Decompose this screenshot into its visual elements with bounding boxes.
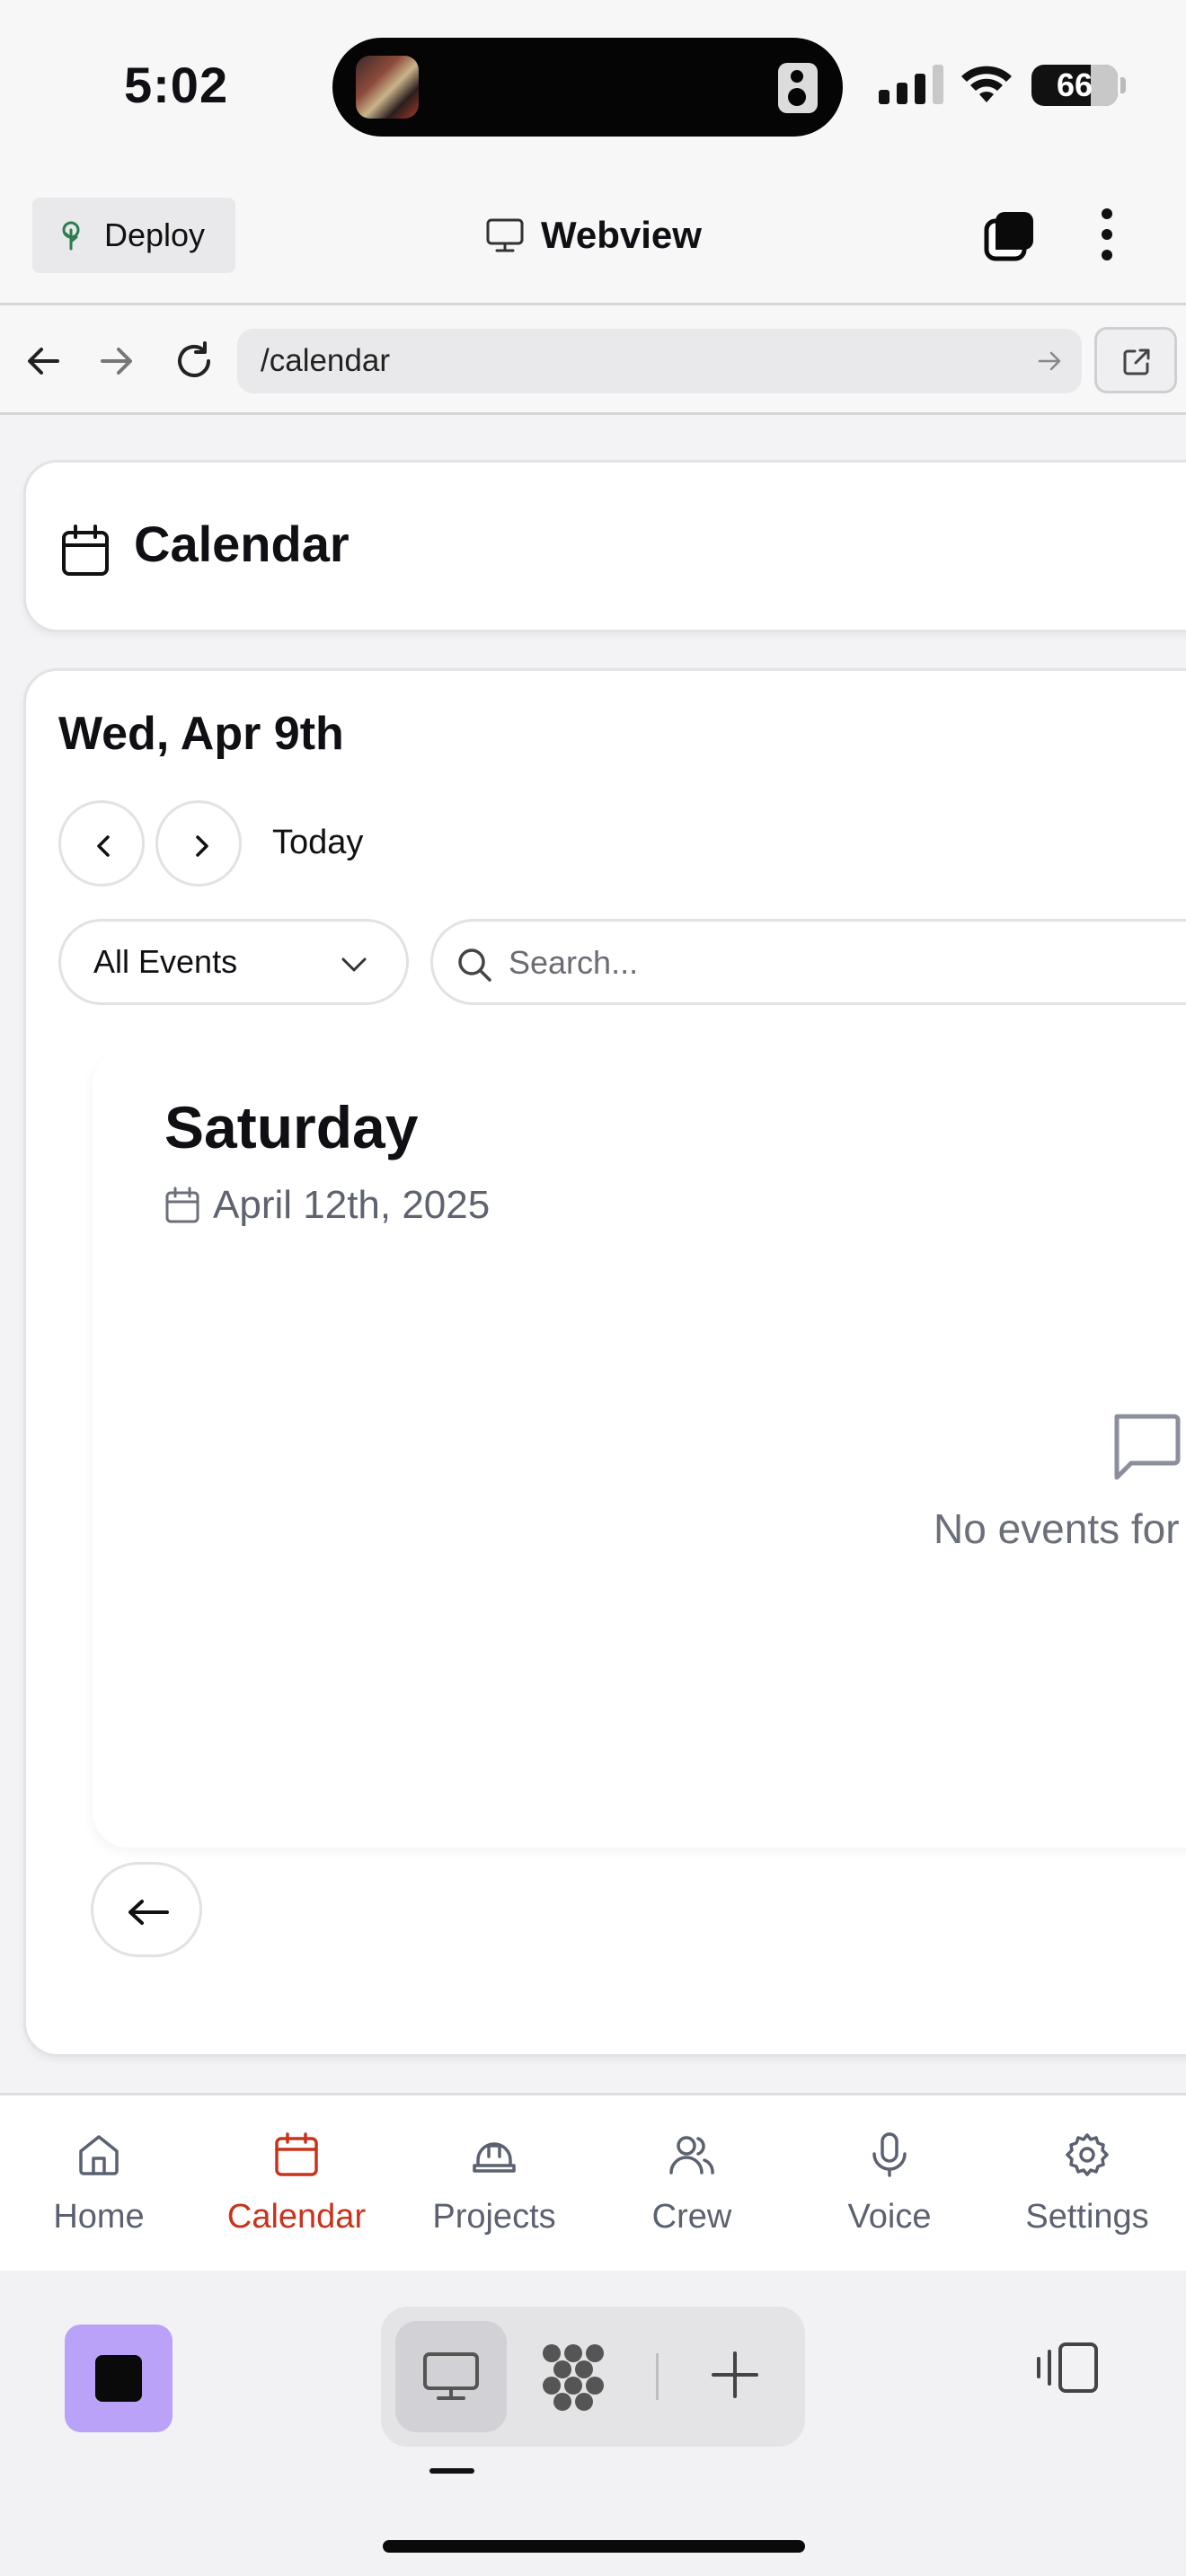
deploy-button[interactable]: Deploy: [32, 198, 235, 273]
cellular-signal-icon: [879, 65, 943, 104]
deploy-label: Deploy: [104, 216, 206, 253]
battery-icon: 66: [1031, 65, 1118, 106]
tree-icon: [62, 221, 80, 251]
users-icon: [669, 2136, 714, 2175]
back-button[interactable]: [91, 1862, 202, 1957]
tabs-icon[interactable]: [983, 208, 1037, 262]
empty-state-message: No events for: [934, 1505, 1180, 1552]
search-input[interactable]: [509, 941, 1137, 984]
home-icon: [79, 2135, 119, 2175]
chevron-right-icon: [196, 835, 208, 857]
arrow-left-icon: [128, 1900, 169, 1925]
view-mode-switcher: [381, 2307, 805, 2447]
plus-icon[interactable]: [708, 2348, 762, 2402]
gear-icon: [1066, 2133, 1109, 2176]
webview-mode-button[interactable]: [395, 2321, 507, 2432]
page-title: Calendar: [134, 516, 350, 572]
nav-label-calendar: Calendar: [226, 2198, 367, 2236]
nav-item-projects[interactable]: Projects: [395, 2095, 593, 2273]
event-filter-value: All Events: [93, 943, 238, 980]
search-field[interactable]: [430, 919, 1186, 1005]
hard-hat-icon: [473, 2142, 516, 2173]
forward-arrow-icon[interactable]: [95, 340, 138, 383]
wifi-icon: [961, 66, 1012, 102]
status-bar: 5:02 66: [0, 0, 1186, 171]
external-link-icon: [1123, 348, 1150, 375]
battery-level: 66: [1056, 66, 1093, 103]
cluster-grid-icon[interactable]: [537, 2341, 609, 2413]
app-switcher-tile[interactable]: [65, 2325, 173, 2432]
back-arrow-icon[interactable]: [22, 340, 65, 383]
active-mode-indicator: [429, 2468, 474, 2474]
day-name: Saturday: [164, 1094, 419, 1160]
monitor-icon: [423, 2352, 479, 2400]
reload-icon[interactable]: [173, 340, 216, 383]
chevron-down-icon: [341, 957, 367, 972]
next-day-button[interactable]: [155, 800, 242, 887]
calendar-small-icon: [165, 1187, 199, 1223]
page-header-card: Calendar: [23, 460, 1186, 632]
day-view-panel: Saturday April 12th, 2025 No events for: [93, 1048, 1186, 1848]
url-text: /calendar: [261, 343, 390, 378]
event-filter-select[interactable]: All Events: [58, 919, 409, 1005]
nav-label-voice: Voice: [847, 2198, 932, 2236]
calendar-icon: [275, 2132, 318, 2176]
url-bar: /calendar: [0, 305, 1186, 415]
microphone-icon: [872, 2132, 907, 2177]
chevron-left-icon: [97, 835, 110, 857]
more-vertical-icon[interactable]: [1091, 205, 1123, 264]
current-date-heading: Wed, Apr 9th: [58, 708, 344, 760]
system-toolbar: [0, 2271, 1186, 2576]
nav-label-projects: Projects: [432, 2198, 556, 2236]
speaker-icon: [778, 63, 818, 113]
nav-label-settings: Settings: [1025, 2198, 1149, 2236]
nav-label-crew: Crew: [651, 2198, 732, 2236]
calendar-icon: [62, 525, 109, 576]
message-square-icon: [1114, 1414, 1181, 1480]
day-date-row: April 12th, 2025: [164, 1183, 490, 1228]
nav-label-home: Home: [53, 2198, 145, 2236]
url-input[interactable]: /calendar: [237, 329, 1082, 393]
webview-title-label: Webview: [541, 214, 702, 256]
day-date: April 12th, 2025: [213, 1183, 491, 1227]
nav-item-settings[interactable]: Settings: [988, 2095, 1186, 2273]
home-indicator[interactable]: [383, 2540, 805, 2553]
dynamic-island[interactable]: [332, 38, 843, 137]
nav-item-home[interactable]: Home: [0, 2095, 198, 2273]
webview-title: Webview: [485, 214, 702, 257]
today-button[interactable]: Today: [272, 824, 363, 862]
bottom-navigation: Home Calendar Projects Crew Voice Settin…: [0, 2093, 1186, 2271]
search-icon: [458, 948, 491, 982]
nav-item-crew[interactable]: Crew: [593, 2095, 791, 2273]
status-time: 5:02: [124, 57, 229, 113]
nav-item-voice[interactable]: Voice: [791, 2095, 988, 2273]
go-arrow-icon[interactable]: [1035, 347, 1064, 375]
calendar-card: Wed, Apr 9th Today All Events Search... …: [23, 668, 1186, 2057]
monitor-icon: [486, 218, 524, 252]
webview-toolbar: Deploy Webview: [0, 171, 1186, 305]
split-view-icon[interactable]: [1033, 2341, 1102, 2395]
nav-item-calendar[interactable]: Calendar: [198, 2095, 395, 2273]
open-external-button[interactable]: [1094, 327, 1177, 393]
previous-day-button[interactable]: [58, 800, 145, 887]
album-art-thumbnail: [356, 56, 419, 119]
webview-content: Calendar Wed, Apr 9th Today All Events S…: [0, 415, 1186, 2093]
